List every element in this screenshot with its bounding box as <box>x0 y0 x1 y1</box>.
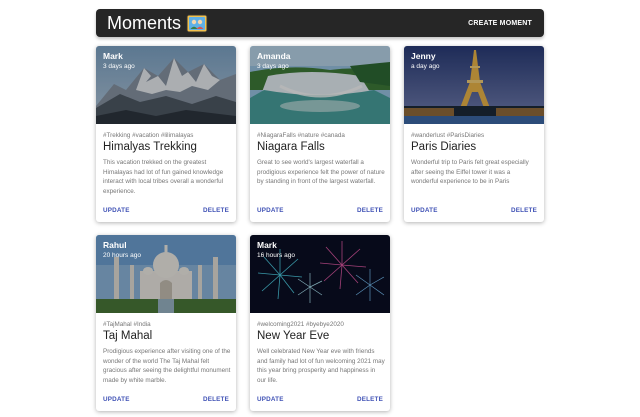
app-bar: Moments CREATE MOMENT <box>96 9 544 37</box>
update-button[interactable]: UPDATE <box>103 396 130 403</box>
post-title: Paris Diaries <box>411 141 477 153</box>
post-message: Well celebrated New Year eve with friend… <box>257 348 385 384</box>
update-button[interactable]: UPDATE <box>257 207 284 214</box>
post-message: Prodigious experience after visiting one… <box>103 348 231 384</box>
post-time: a day ago <box>411 63 440 70</box>
post-author: Jenny <box>411 51 436 61</box>
delete-button[interactable]: DELETE <box>203 396 229 403</box>
post-title: New Year Eve <box>257 330 330 342</box>
post-tags: #Trekking #vacation #lilimalayas <box>103 132 194 139</box>
post-time: 16 hours ago <box>257 252 295 259</box>
post-message: Wonderful trip to Paris felt great espec… <box>411 159 529 186</box>
post-image: Rahul 20 hours ago <box>96 235 236 313</box>
post-message: Great to see world's largest waterfall a… <box>257 159 385 186</box>
post-image: Mark 16 hours ago <box>250 235 390 313</box>
post-author: Rahul <box>103 240 127 250</box>
delete-button[interactable]: DELETE <box>357 396 383 403</box>
post-image: Amanda 3 days ago <box>250 46 390 124</box>
post-tags: #welcoming2021 #byebye2020 <box>257 321 344 328</box>
update-button[interactable]: UPDATE <box>411 207 438 214</box>
post-author: Amanda <box>257 51 291 61</box>
post-time: 3 days ago <box>103 63 135 70</box>
post-author: Mark <box>103 51 123 61</box>
post-image: Mark 3 days ago <box>96 46 236 124</box>
app-title: Moments <box>107 13 182 33</box>
post-image: Jenny a day ago <box>404 46 544 124</box>
post-author: Mark <box>257 240 277 250</box>
post-title: Taj Mahal <box>103 330 153 342</box>
post-message: This vacation trekked on the greatest Hi… <box>103 159 224 195</box>
delete-button[interactable]: DELETE <box>511 207 537 214</box>
post-title: Niagara Falls <box>257 141 325 153</box>
create-moment-button[interactable]: CREATE MOMENT <box>468 20 532 27</box>
post-card: Jenny a day ago #wanderlust #ParisDiarie… <box>404 46 544 222</box>
brand: Moments <box>107 9 208 37</box>
update-button[interactable]: UPDATE <box>257 396 284 403</box>
delete-button[interactable]: DELETE <box>203 207 229 214</box>
post-card: Mark 16 hours ago #welcoming2021 #byebye… <box>250 235 390 411</box>
post-time: 20 hours ago <box>103 252 141 259</box>
photo-album-icon <box>186 14 208 32</box>
post-tags: #NiagaraFalls #nature #canada <box>257 132 345 139</box>
update-button[interactable]: UPDATE <box>103 207 130 214</box>
post-title: Himalyas Trekking <box>103 141 197 153</box>
delete-button[interactable]: DELETE <box>357 207 383 214</box>
post-tags: #wanderlust #ParisDiaries <box>411 132 485 139</box>
post-card: Rahul 20 hours ago #TajMahal #India Taj … <box>96 235 236 411</box>
post-tags: #TajMahal #India <box>103 321 151 328</box>
post-time: 3 days ago <box>257 63 289 70</box>
post-card: Mark 3 days ago #Trekking #vacation #lil… <box>96 46 236 222</box>
post-card: Amanda 3 days ago #NiagaraFalls #nature … <box>250 46 390 222</box>
